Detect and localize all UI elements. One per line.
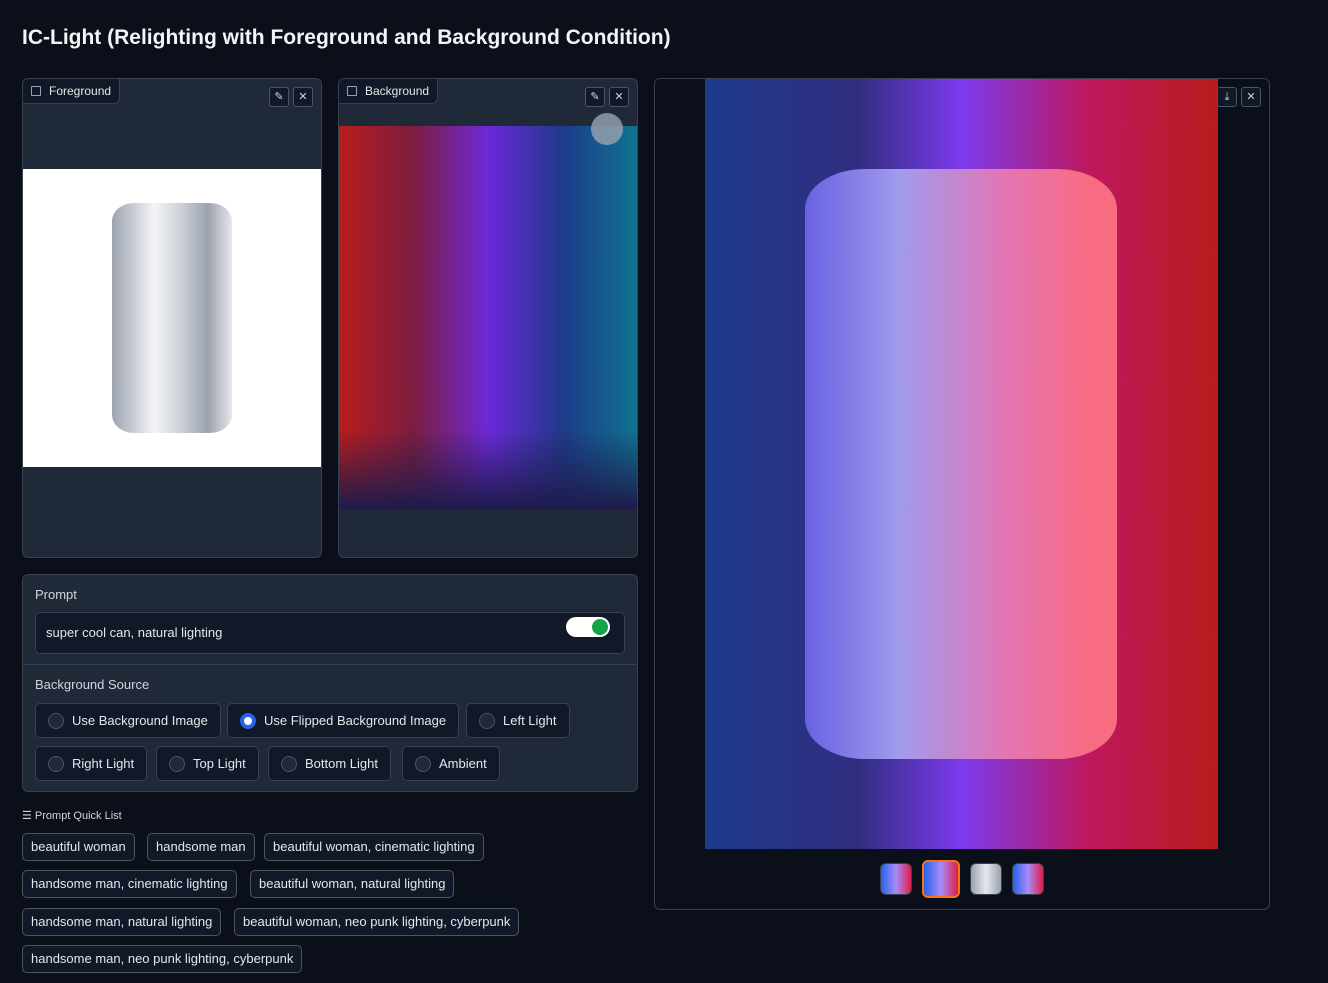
foreground-label-text: Foreground [49,83,112,98]
page-title: IC-Light (Relighting with Foreground and… [22,26,671,49]
radio-right-light[interactable]: Right Light [35,746,148,781]
quick-list-label: ☰ Prompt Quick List [22,810,122,822]
quick-item[interactable]: beautiful woman, cinematic lighting [264,833,484,861]
image-icon [31,86,41,96]
can-image [112,203,232,433]
radio-ambient[interactable]: Ambient [402,746,500,781]
quick-item[interactable]: handsome man [147,833,255,861]
quick-item[interactable]: beautiful woman [22,833,135,861]
quick-item[interactable]: beautiful woman, natural lighting [250,870,455,898]
gallery-thumbnail[interactable] [1012,863,1044,895]
output-image [705,79,1218,849]
download-button[interactable]: ⤓ [1217,87,1237,107]
prompt-value: super cool can, natural lighting [46,625,223,640]
foreground-image-input[interactable]: Foreground ✎ ✕ [22,78,322,558]
background-label-text: Background [365,83,430,98]
grammarly-icon[interactable] [566,617,610,637]
background-label: Background [339,79,439,104]
gallery-thumbnail[interactable] [970,863,1002,895]
quick-item[interactable]: handsome man, natural lighting [22,908,222,936]
divider [23,664,637,665]
radio-left-light[interactable]: Left Light [466,703,570,738]
quick-item[interactable]: beautiful woman, neo punk lighting, cybe… [234,908,520,936]
output-gallery: ⤓ ✕ [654,78,1270,910]
quick-item[interactable]: handsome man, neo punk lighting, cyberpu… [22,945,303,973]
foreground-image [23,169,321,467]
radio-top-light[interactable]: Top Light [156,746,259,781]
foreground-label: Foreground [23,79,121,104]
edit-button[interactable]: ✎ [269,87,289,107]
radio-bottom-light[interactable]: Bottom Light [268,746,391,781]
focus-icon[interactable] [591,113,623,145]
prompt-label: Prompt [35,587,77,602]
background-image-input[interactable]: Background ✎ ✕ [338,78,638,558]
close-button[interactable]: ✕ [1241,87,1261,107]
edit-button[interactable]: ✎ [585,87,605,107]
relit-can [805,169,1117,759]
gallery-thumbnail[interactable] [880,863,912,895]
quick-item[interactable]: handsome man, cinematic lighting [22,870,237,898]
background-image [339,126,637,509]
gallery-thumbnail-selected[interactable] [922,860,960,898]
prompt-input[interactable]: super cool can, natural lighting [35,612,625,654]
settings-card: Prompt super cool can, natural lighting … [22,574,638,792]
bg-source-label: Background Source [35,677,150,692]
radio-use-background-image[interactable]: Use Background Image [35,703,221,738]
clear-button[interactable]: ✕ [293,87,313,107]
clear-button[interactable]: ✕ [609,87,629,107]
image-icon [347,86,357,96]
radio-use-flipped-background-image[interactable]: Use Flipped Background Image [227,703,460,738]
